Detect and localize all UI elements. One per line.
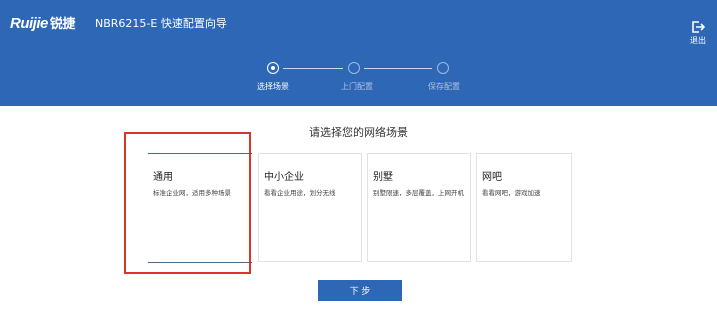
wizard-steps: 选择场景 上门配置 保存配置 [0,0,717,106]
scenario-title: 网吧 [482,172,502,183]
scenario-title: 别墅 [373,172,393,183]
step-connector [364,68,432,69]
selection-highlight [124,132,251,274]
scenario-card-villa[interactable]: 别墅 别墅限速，多层覆盖，上网开机 [367,153,471,262]
scenario-desc: 看看网吧，游戏加速 [482,189,541,197]
scenario-prompt: 请选择您的网络场景 [309,126,408,139]
step-2-label: 上门配置 [341,82,373,91]
step-2-indicator [348,62,360,74]
scenario-desc: 别墅限速，多层覆盖，上网开机 [373,189,464,197]
step-1-indicator [267,62,279,74]
step-1-label: 选择场景 [257,82,289,91]
scenario-desc: 看看企业用途，划分无线 [264,189,336,197]
step-3-label: 保存配置 [428,82,460,91]
next-button[interactable]: 下 步 [318,280,402,301]
scenario-title: 中小企业 [264,172,304,183]
step-3-indicator [437,62,449,74]
step-connector [283,68,343,69]
header-bar: Ruijie 锐捷 NBR6215-E 快速配置向导 退出 选择场景 上门配置 保… [0,0,717,106]
scenario-card-netcafe[interactable]: 网吧 看看网吧，游戏加速 [476,153,572,262]
scenario-card-sme[interactable]: 中小企业 看看企业用途，划分无线 [258,153,362,262]
